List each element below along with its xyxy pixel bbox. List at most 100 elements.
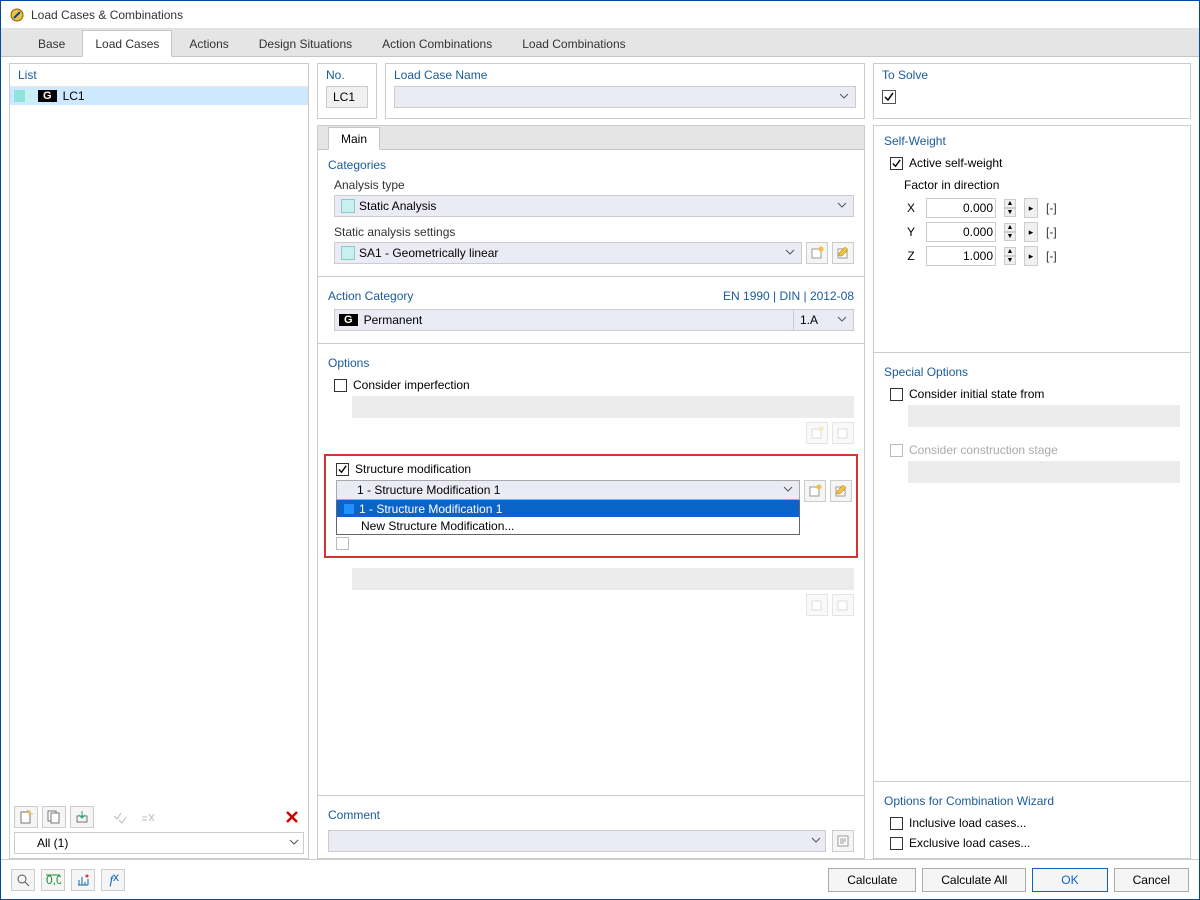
structure-modification-highlight: Structure modification 1 - Structure Mod… bbox=[324, 454, 858, 558]
chevron-down-icon bbox=[785, 246, 795, 260]
special-options-title: Special Options bbox=[874, 357, 1190, 385]
swatch-icon bbox=[343, 503, 355, 515]
list-area[interactable]: G LC1 bbox=[10, 87, 308, 802]
imperfection-new-button bbox=[806, 422, 828, 444]
calculate-button[interactable]: Calculate bbox=[828, 868, 916, 892]
list-panel: List G LC1 All (1) bbox=[9, 63, 309, 859]
imperfection-checkbox[interactable] bbox=[334, 379, 347, 392]
unit-label: [-] bbox=[1046, 249, 1062, 263]
exclusive-label: Exclusive load cases... bbox=[909, 836, 1030, 850]
initial-state-label: Consider initial state from bbox=[909, 387, 1044, 401]
details-panel: Main Categories Analysis type Static Ana… bbox=[317, 125, 865, 859]
ok-button[interactable]: OK bbox=[1032, 868, 1107, 892]
factor-x-stepper[interactable]: ▲▼ bbox=[1004, 199, 1016, 217]
chevron-down-icon bbox=[811, 834, 821, 848]
load-category-badge: G bbox=[38, 90, 57, 102]
comment-title: Comment bbox=[318, 800, 864, 824]
structure-modification-combo[interactable]: 1 - Structure Modification 1 bbox=[336, 480, 800, 500]
calculate-all-button[interactable]: Calculate All bbox=[922, 868, 1026, 892]
no-header: No. bbox=[326, 68, 368, 82]
factor-y-menu[interactable]: ▸ bbox=[1024, 222, 1038, 242]
uncheck-selected-button[interactable] bbox=[136, 806, 160, 828]
footer-search-button[interactable] bbox=[11, 869, 35, 891]
swatch-icon bbox=[14, 90, 36, 102]
factor-z-stepper[interactable]: ▲▼ bbox=[1004, 247, 1016, 265]
inclusive-checkbox[interactable] bbox=[890, 817, 903, 830]
unit-label: [-] bbox=[1046, 201, 1062, 215]
standard-label: EN 1990 | DIN | 2012-08 bbox=[723, 289, 854, 303]
factor-x-menu[interactable]: ▸ bbox=[1024, 198, 1038, 218]
footer-units-button[interactable]: 0,00 bbox=[41, 869, 65, 891]
factor-x-input[interactable] bbox=[926, 198, 996, 218]
factor-direction-label: Factor in direction bbox=[874, 174, 1190, 196]
initial-state-checkbox[interactable] bbox=[890, 388, 903, 401]
construction-stage-field bbox=[908, 461, 1180, 483]
struct-mod-edit-button[interactable] bbox=[830, 480, 852, 502]
sas-label: Static analysis settings bbox=[318, 225, 864, 242]
imperfection-label: Consider imperfection bbox=[353, 378, 470, 392]
action-category-code[interactable]: 1.A bbox=[794, 309, 854, 331]
load-case-name-combo[interactable] bbox=[394, 86, 856, 108]
app-icon bbox=[9, 7, 25, 23]
cancel-button[interactable]: Cancel bbox=[1114, 868, 1189, 892]
import-button[interactable] bbox=[70, 806, 94, 828]
footer-graph-button[interactable] bbox=[71, 869, 95, 891]
check-selected-button[interactable] bbox=[108, 806, 132, 828]
subtab-main[interactable]: Main bbox=[328, 127, 380, 150]
active-self-weight-label: Active self-weight bbox=[909, 156, 1002, 170]
unit-label: [-] bbox=[1046, 225, 1062, 239]
name-header: Load Case Name bbox=[394, 68, 856, 82]
no-input[interactable] bbox=[326, 86, 368, 108]
exclusive-checkbox[interactable] bbox=[890, 837, 903, 850]
factor-z-menu[interactable]: ▸ bbox=[1024, 246, 1038, 266]
factor-y-input[interactable] bbox=[926, 222, 996, 242]
tab-load-combinations[interactable]: Load Combinations bbox=[509, 30, 638, 56]
tab-design-situations[interactable]: Design Situations bbox=[246, 30, 365, 56]
axis-y-label: Y bbox=[904, 225, 918, 239]
structure-modification-dropdown: 1 - Structure Modification 1 New Structu… bbox=[336, 500, 800, 535]
new-button[interactable] bbox=[14, 806, 38, 828]
self-weight-title: Self-Weight bbox=[874, 126, 1190, 154]
list-item-label: LC1 bbox=[63, 89, 85, 103]
structure-modification-checkbox[interactable] bbox=[336, 463, 349, 476]
chevron-down-icon bbox=[839, 90, 849, 104]
sas-combo[interactable]: SA1 - Geometrically linear bbox=[334, 242, 802, 264]
chevron-down-icon bbox=[783, 483, 793, 497]
tab-base[interactable]: Base bbox=[25, 30, 78, 56]
action-category-code-value: 1.A bbox=[800, 313, 818, 327]
swatch-icon bbox=[341, 246, 355, 260]
dropdown-item[interactable]: 1 - Structure Modification 1 bbox=[337, 500, 799, 517]
action-category-value: Permanent bbox=[364, 313, 423, 327]
copy-button[interactable] bbox=[42, 806, 66, 828]
active-self-weight-checkbox[interactable] bbox=[890, 157, 903, 170]
extra-edit-button bbox=[832, 594, 854, 616]
delete-button[interactable] bbox=[280, 806, 304, 828]
analysis-type-combo[interactable]: Static Analysis bbox=[334, 195, 854, 217]
imperfection-field bbox=[352, 396, 854, 418]
tab-action-combinations[interactable]: Action Combinations bbox=[369, 30, 505, 56]
tab-actions[interactable]: Actions bbox=[176, 30, 241, 56]
comment-combo[interactable] bbox=[328, 830, 826, 852]
tab-load-cases[interactable]: Load Cases bbox=[82, 30, 172, 57]
wizard-title: Options for Combination Wizard bbox=[874, 786, 1190, 814]
comment-edit-button[interactable] bbox=[832, 830, 854, 852]
to-solve-checkbox[interactable] bbox=[882, 90, 896, 104]
analysis-type-value: Static Analysis bbox=[359, 199, 436, 213]
extra-new-button bbox=[806, 594, 828, 616]
dropdown-item[interactable]: New Structure Modification... bbox=[337, 517, 799, 534]
extra-checkbox[interactable] bbox=[336, 537, 349, 550]
structure-modification-label: Structure modification bbox=[355, 462, 471, 476]
factor-z-input[interactable] bbox=[926, 246, 996, 266]
options-title: Options bbox=[318, 348, 864, 376]
swatch-icon bbox=[341, 199, 355, 213]
footer-function-button[interactable]: ƒx bbox=[101, 869, 125, 891]
filter-combo[interactable]: All (1) bbox=[14, 832, 304, 854]
factor-y-stepper[interactable]: ▲▼ bbox=[1004, 223, 1016, 241]
sas-new-button[interactable] bbox=[806, 242, 828, 264]
axis-z-label: Z bbox=[904, 249, 918, 263]
list-item[interactable]: G LC1 bbox=[10, 87, 308, 105]
sas-edit-button[interactable] bbox=[832, 242, 854, 264]
struct-mod-new-button[interactable] bbox=[804, 480, 826, 502]
svg-text:x: x bbox=[113, 873, 119, 884]
action-category-combo[interactable]: G Permanent bbox=[334, 309, 794, 331]
